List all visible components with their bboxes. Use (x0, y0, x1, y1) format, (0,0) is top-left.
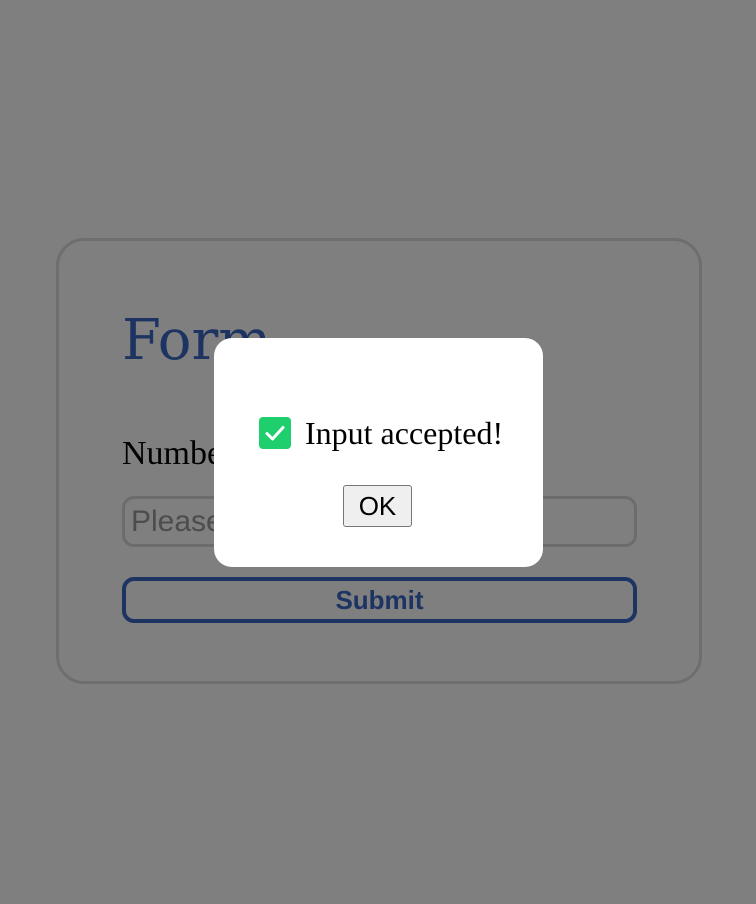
ok-button[interactable]: OK (343, 485, 412, 527)
dialog-message: Input accepted! (259, 417, 503, 449)
dialog-message-text: Input accepted! (305, 415, 504, 451)
alert-dialog: Input accepted! OK (214, 338, 543, 567)
check-icon (259, 417, 291, 449)
modal-overlay: Input accepted! OK (0, 0, 756, 904)
